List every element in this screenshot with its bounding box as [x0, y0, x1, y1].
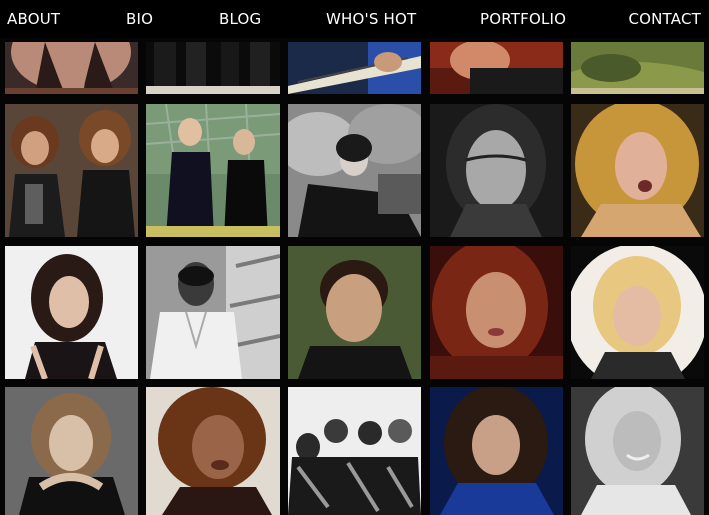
portrait-photo [5, 42, 138, 94]
photo-tile[interactable] [571, 387, 704, 515]
photo-tile[interactable] [288, 387, 421, 515]
photo-tile[interactable] [288, 104, 421, 237]
portfolio-page: ABOUT BIO BLOG WHO'S HOT PORTFOLIO CONTA… [0, 0, 709, 515]
photo-tile[interactable] [288, 42, 421, 94]
photo-tile[interactable] [430, 246, 563, 379]
nav-whos-hot-link[interactable]: WHO'S HOT [326, 10, 416, 28]
portrait-photo [571, 246, 704, 379]
photo-tile[interactable] [5, 387, 138, 515]
portrait-photo [288, 246, 421, 379]
nav-bio-link[interactable]: BIO [126, 10, 153, 28]
main-nav: ABOUT BIO BLOG WHO'S HOT PORTFOLIO CONTA… [0, 0, 709, 38]
portrait-photo [571, 104, 704, 237]
portrait-photo [5, 104, 138, 237]
portrait-photo [146, 42, 280, 94]
portrait-photo [288, 104, 421, 237]
nav-blog-link[interactable]: BLOG [219, 10, 261, 28]
portrait-photo [5, 387, 138, 515]
portrait-photo [288, 387, 421, 515]
portrait-photo [146, 387, 280, 515]
portrait-photo [288, 42, 421, 94]
photo-tile[interactable] [5, 246, 138, 379]
photo-tile[interactable] [5, 42, 138, 94]
portrait-photo [430, 104, 563, 237]
nav-contact-link[interactable]: CONTACT [628, 10, 701, 28]
nav-portfolio-link[interactable]: PORTFOLIO [480, 10, 566, 28]
photo-tile[interactable] [571, 246, 704, 379]
photo-tile[interactable] [430, 387, 563, 515]
photo-tile[interactable] [146, 387, 280, 515]
photo-tile[interactable] [5, 104, 138, 237]
photo-tile[interactable] [430, 42, 563, 94]
photo-tile[interactable] [146, 42, 280, 94]
portrait-photo [146, 104, 280, 237]
portrait-photo [430, 42, 563, 94]
portrait-photo [430, 387, 563, 515]
photo-tile[interactable] [571, 42, 704, 94]
portrait-photo [571, 387, 704, 515]
photo-tile[interactable] [146, 104, 280, 237]
portrait-photo [430, 246, 563, 379]
photo-tile[interactable] [288, 246, 421, 379]
photo-tile[interactable] [571, 104, 704, 237]
portrait-photo [146, 246, 280, 379]
photo-tile[interactable] [430, 104, 563, 237]
portrait-photo [571, 42, 704, 94]
nav-about-link[interactable]: ABOUT [7, 10, 60, 28]
portrait-photo [5, 246, 138, 379]
photo-tile[interactable] [146, 246, 280, 379]
